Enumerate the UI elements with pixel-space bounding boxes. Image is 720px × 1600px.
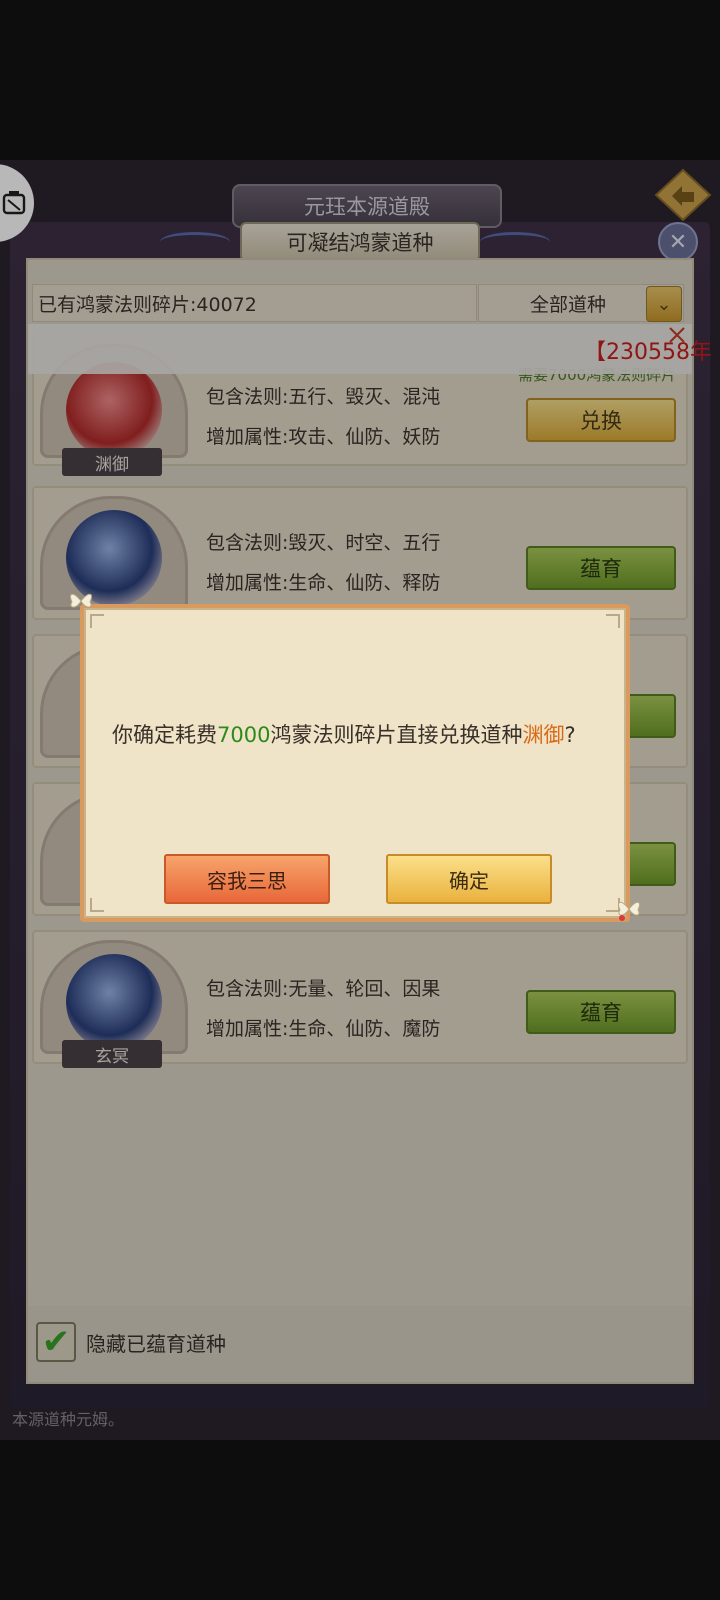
dialog-corner bbox=[90, 898, 104, 912]
confirm-button[interactable]: 确定 bbox=[386, 854, 552, 904]
butterfly-icon bbox=[617, 901, 641, 921]
butterfly-icon bbox=[69, 593, 93, 608]
msg-prefix: 你确定耗费 bbox=[112, 723, 217, 747]
msg-amount: 7000 bbox=[217, 723, 271, 747]
game-screen: 元珏本源道殿 可凝结鸿蒙道种 ✕ 已有鸿蒙法则碎片:40072 全部道种 ⌄ 渊… bbox=[0, 0, 720, 1600]
cancel-button[interactable]: 容我三思 bbox=[164, 854, 330, 904]
dialog-corner bbox=[606, 614, 620, 628]
dialog-corner bbox=[90, 614, 104, 628]
msg-middle: 鸿蒙法则碎片直接兑换道种 bbox=[270, 723, 523, 747]
dialog-message: 你确定耗费7000鸿蒙法则碎片直接兑换道种渊御? bbox=[112, 718, 608, 752]
msg-suffix: ? bbox=[564, 723, 576, 747]
msg-item: 渊御 bbox=[522, 723, 565, 747]
